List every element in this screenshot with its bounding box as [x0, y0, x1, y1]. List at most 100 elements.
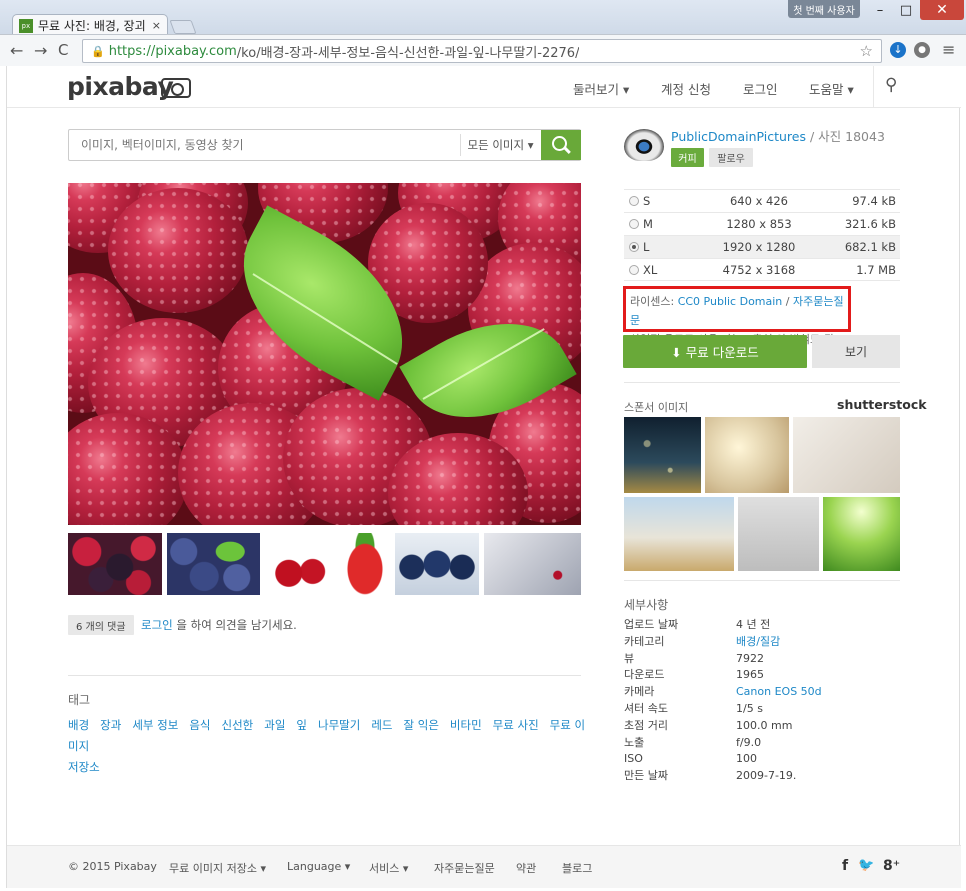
radio-button[interactable]	[629, 219, 639, 229]
thumbnail-blueberries-2[interactable]	[395, 533, 479, 595]
bookmark-star-icon[interactable]: ☆	[860, 42, 873, 60]
close-window-button[interactable]: ✕	[920, 0, 964, 20]
footer-language[interactable]: Language ▾	[287, 860, 350, 873]
thumbnail-winter-berries[interactable]	[484, 533, 581, 595]
detail-key: 카메라	[624, 685, 655, 699]
maximize-button[interactable]: □	[894, 0, 918, 20]
tag-link[interactable]: 장과	[100, 718, 121, 732]
pixabay-logo[interactable]: pixabay	[67, 72, 174, 101]
license-box: 라이센스: CC0 Public Domain / 자주묻는질문 상업적 용도로…	[623, 286, 851, 346]
detail-value-link[interactable]: 배경/질감	[736, 634, 780, 651]
detail-value-link[interactable]: Canon EOS 50d	[736, 684, 822, 701]
facebook-icon[interactable]: f	[842, 858, 848, 874]
author-avatar[interactable]	[624, 129, 664, 161]
sponsor-image-gold-bokeh[interactable]	[705, 417, 789, 493]
thumbnail-strawberry[interactable]	[340, 533, 390, 595]
license-link[interactable]: CC0 Public Domain	[678, 295, 783, 308]
tag-link[interactable]: 나무딸기	[318, 718, 360, 732]
comments-count-badge[interactable]: 6 개의 댓글	[68, 615, 134, 635]
back-arrow-icon[interactable]: ←	[10, 41, 23, 60]
tag-link[interactable]: 배경	[68, 718, 89, 732]
tag-link[interactable]: 과일	[264, 718, 285, 732]
free-download-button[interactable]: ⬇ 무료 다운로드	[623, 335, 807, 368]
sponsor-image-green-light[interactable]	[823, 497, 900, 571]
detail-row: 뷰 7922	[624, 651, 900, 668]
size-name: L	[643, 240, 650, 254]
shutterstock-logo[interactable]: shutterstock	[837, 397, 927, 412]
tag-link[interactable]: 음식	[189, 718, 210, 732]
related-thumbnails	[68, 533, 581, 595]
sponsor-image-bokeh-dark[interactable]	[624, 417, 701, 493]
new-tab-button[interactable]	[169, 20, 197, 34]
tag-link[interactable]: 저장소	[68, 760, 100, 774]
tag-link[interactable]: 무료 사진	[493, 718, 539, 732]
title-bar: px 무료 사진: 배경, 장괴 × 첫 번째 사용자 – □ ✕	[0, 0, 966, 36]
sponsor-image-sparkle[interactable]	[624, 497, 734, 571]
footer-services[interactable]: 서비스 ▾	[369, 860, 408, 876]
tag-link[interactable]: 세부 정보	[132, 718, 178, 732]
radio-button[interactable]	[629, 196, 639, 206]
comments-login-link[interactable]: 로그인	[141, 618, 173, 632]
tag-link[interactable]: 잘 익은	[404, 718, 439, 732]
detail-row: 초점 거리 100.0 mm	[624, 718, 900, 735]
menu-icon[interactable]: ≡	[942, 40, 955, 59]
footer-faq[interactable]: 자주묻는질문	[434, 860, 495, 876]
nav-help[interactable]: 도움말 ▾	[809, 79, 854, 98]
nav-explore[interactable]: 둘러보기 ▾	[573, 79, 629, 98]
search-input[interactable]	[69, 130, 459, 160]
site-header: pixabay 둘러보기 ▾ 계정 신청 로그인 도움말 ▾ ⚲	[7, 66, 961, 108]
search-icon[interactable]: ⚲	[885, 75, 897, 95]
divider	[624, 580, 900, 581]
image-type-dropdown[interactable]: 모든 이미지 ▾	[460, 134, 540, 156]
reload-icon[interactable]: C	[58, 41, 68, 59]
close-tab-icon[interactable]: ×	[152, 19, 161, 32]
comments-prompt-text: 을 하여 의견을 남기세요.	[172, 618, 297, 632]
detail-row: 카메라 Canon EOS 50d	[624, 684, 900, 701]
minimize-button[interactable]: –	[868, 0, 892, 20]
nav-login[interactable]: 로그인	[743, 79, 778, 98]
tag-link[interactable]: 잎	[296, 718, 307, 732]
tag-link[interactable]: 레드	[371, 718, 392, 732]
url-scheme: https://	[108, 43, 156, 59]
follow-button[interactable]: 팔로우	[709, 148, 753, 167]
detail-key: 셔터 속도	[624, 701, 668, 715]
footer-free-images[interactable]: 무료 이미지 저장소 ▾	[169, 860, 266, 876]
thumbnail-cherries[interactable]	[265, 533, 335, 595]
size-option-s[interactable]: S 640 x 426 97.4 kB	[624, 189, 900, 212]
extension-icon[interactable]: ●	[914, 42, 930, 58]
google-plus-icon[interactable]: 8⁺	[883, 858, 900, 874]
size-name: XL	[643, 263, 658, 277]
forward-arrow-icon[interactable]: →	[34, 41, 47, 60]
tag-link[interactable]: 비타민	[450, 718, 482, 732]
sponsor-image-paper[interactable]	[793, 417, 900, 493]
sponsor-image-wall[interactable]	[738, 497, 819, 571]
footer-terms[interactable]: 약관	[516, 860, 536, 876]
thumbnail-blueberries[interactable]	[167, 533, 260, 595]
size-dimensions: 1920 x 1280	[722, 240, 796, 254]
size-option-l[interactable]: L 1920 x 1280 682.1 kB	[624, 235, 900, 258]
tag-link[interactable]: 신선한	[222, 718, 254, 732]
nav-signup[interactable]: 계정 신청	[661, 79, 711, 98]
user-badge[interactable]: 첫 번째 사용자	[788, 0, 860, 18]
size-name: S	[643, 194, 651, 208]
extension-download-icon[interactable]: ↓	[890, 42, 906, 58]
camera-logo-icon[interactable]	[161, 78, 191, 98]
size-option-m[interactable]: M 1280 x 853 321.6 kB	[624, 212, 900, 235]
radio-button[interactable]	[629, 265, 639, 275]
view-button[interactable]: 보기	[812, 335, 900, 368]
thumbnail-mixed-berries[interactable]	[68, 533, 162, 595]
address-bar[interactable]: 🔒 https:// pixabay.com /ko/배경-장과-세부-정보-음…	[82, 39, 882, 63]
browser-tab[interactable]: px 무료 사진: 배경, 장괴 ×	[12, 14, 168, 36]
size-option-xl[interactable]: XL 4752 x 3168 1.7 MB	[624, 258, 900, 281]
divider	[68, 675, 581, 676]
main-photo[interactable]	[68, 183, 581, 525]
author-name-link[interactable]: PublicDomainPictures	[671, 129, 806, 144]
detail-key: 만든 날짜	[624, 769, 668, 783]
radio-button-selected[interactable]	[629, 242, 639, 252]
coffee-button[interactable]: 커피	[671, 148, 704, 167]
twitter-icon[interactable]: 🐦	[858, 858, 874, 873]
search-button[interactable]	[541, 130, 581, 160]
comments-prompt: 로그인 을 하여 의견을 남기세요.	[141, 617, 297, 633]
detail-key: ISO	[624, 752, 643, 766]
footer-blog[interactable]: 블로그	[562, 860, 592, 876]
